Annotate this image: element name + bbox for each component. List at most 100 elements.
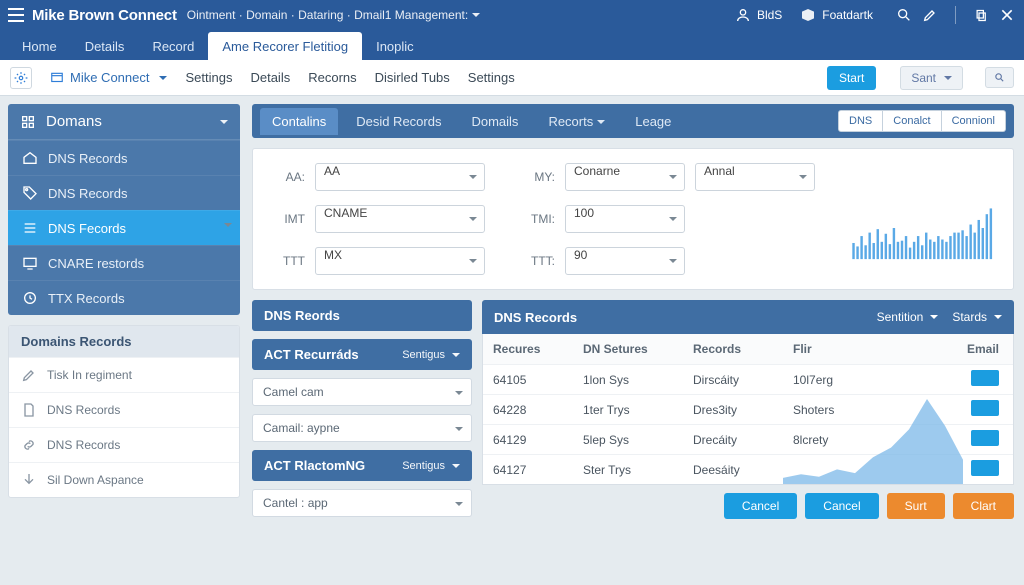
sidebar2-item-1[interactable]: DNS Records — [9, 392, 239, 427]
select-ttt[interactable]: MX — [315, 247, 485, 275]
sidebar-main: Domans DNS RecordsDNS RecordsDNS Fecords… — [8, 104, 240, 315]
search-icon[interactable] — [895, 6, 913, 24]
divider — [955, 6, 956, 24]
act-recurrads-head[interactable]: ACT RecurrádsSentigus — [252, 339, 472, 370]
feedback-button[interactable]: Foatdartk — [800, 7, 873, 23]
sidebar-secondary: Domains Records Tisk In regimentDNS Reco… — [8, 325, 240, 498]
select-my2[interactable]: Annal — [695, 163, 815, 191]
dns-reords-head: DNS Reords — [252, 300, 472, 331]
toolbar-details[interactable]: Details — [250, 70, 290, 85]
table-menu-sentition[interactable]: Sentition — [877, 310, 939, 324]
title-bar: Mike Brown Connect Ointment · Domain · D… — [0, 0, 1024, 30]
home-icon — [22, 150, 38, 166]
copy-icon[interactable] — [972, 6, 990, 24]
menu-icon[interactable] — [8, 8, 24, 22]
toolbar-disabled[interactable]: Disirled Tubs — [375, 70, 450, 85]
select-my[interactable]: Conarne — [565, 163, 685, 191]
mini-select-2[interactable]: Camail: aypne — [252, 414, 472, 442]
table-row[interactable]: 641295lep SysDrecáity8lcrety — [483, 424, 1013, 454]
sidebar-item-4[interactable]: TTX Records — [8, 280, 240, 315]
email-badge[interactable] — [971, 460, 999, 476]
tab-recorder[interactable]: Ame Recorer Fletitiog — [208, 32, 362, 60]
toolbar-settings[interactable]: Settings — [185, 70, 232, 85]
user-icon — [735, 7, 751, 23]
sidebar-item-0[interactable]: DNS Records — [8, 140, 240, 175]
select-ttt2[interactable]: 90 — [565, 247, 685, 275]
mini-select-3[interactable]: Cantel : app — [252, 489, 472, 517]
ctab-leage[interactable]: Leage — [623, 108, 683, 135]
down-icon — [21, 472, 37, 488]
screen-icon — [22, 255, 38, 271]
act-rlactomng-head[interactable]: ACT RlactomNGSentigus — [252, 450, 472, 481]
clock-icon — [22, 290, 38, 306]
label-ttt2: TTT: — [521, 254, 555, 268]
sidebar2-item-0[interactable]: Tisk In regiment — [9, 357, 239, 392]
user-menu[interactable]: BldS — [735, 7, 782, 23]
label-my: MY: — [521, 170, 555, 184]
tab-home[interactable]: Home — [8, 32, 71, 60]
toolbar-settings2[interactable]: Settings — [468, 70, 515, 85]
sort-button[interactable]: Sant — [900, 66, 963, 90]
records-table-head: DNS Records Sentition Stards — [482, 300, 1014, 334]
form-col-left: AA:AA IMTCNAME TTTMX — [271, 163, 485, 275]
sort-search-icon[interactable] — [985, 67, 1014, 88]
table-row[interactable]: 641051lon SysDirscáity10l7erg — [483, 364, 1013, 394]
left-stack: DNS Reords ACT RecurrádsSentigus Camel c… — [252, 300, 472, 519]
sidebar: Domans DNS RecordsDNS RecordsDNS Fecords… — [0, 96, 248, 585]
sidebar2-item-2[interactable]: DNS Records — [9, 427, 239, 462]
ctab-domails[interactable]: Domails — [459, 108, 530, 135]
sidebar-item-3[interactable]: CNARE restords — [8, 245, 240, 280]
connect-dropdown[interactable]: Mike Connect — [50, 70, 167, 85]
table-row[interactable]: 64127Ster TrysDeesáity — [483, 454, 1013, 484]
start-button[interactable]: Start — [827, 66, 876, 90]
pencil-icon — [21, 367, 37, 383]
pill-dns[interactable]: DNS — [838, 110, 883, 132]
tab-inoplic[interactable]: Inoplic — [362, 32, 428, 60]
label-ttt: TTT — [271, 254, 305, 268]
content-tabstrip: Contalins Desid Records Domails Recorts … — [252, 104, 1014, 138]
close-icon[interactable] — [998, 6, 1016, 24]
select-tmi[interactable]: 100 — [565, 205, 685, 233]
email-badge[interactable] — [971, 400, 999, 416]
pill-connionl[interactable]: Connionl — [942, 110, 1006, 132]
table-menu-stards[interactable]: Stards — [952, 310, 1002, 324]
view-pills: DNS Conalct Connionl — [838, 110, 1006, 132]
cancel-button-1[interactable]: Cancel — [724, 493, 797, 519]
tab-record[interactable]: Record — [138, 32, 208, 60]
doc-icon — [21, 402, 37, 418]
label-imt: IMT — [271, 212, 305, 226]
app-brand: Mike Brown Connect — [32, 7, 177, 24]
sidebar-item-2[interactable]: DNS Fecords — [8, 210, 240, 245]
select-aa[interactable]: AA — [315, 163, 485, 191]
cancel-button-2[interactable]: Cancel — [805, 493, 878, 519]
breadcrumb[interactable]: Ointment · Domain · Dataring · Dmail1 Ma… — [187, 8, 480, 22]
table-row[interactable]: 642281ter TrysDres3ityShoters — [483, 394, 1013, 424]
ctab-desid[interactable]: Desid Records — [344, 108, 453, 135]
email-badge[interactable] — [971, 370, 999, 386]
table-header-row: Recures DN Setures Records Flir Email — [483, 334, 1013, 364]
tab-details[interactable]: Details — [71, 32, 139, 60]
sidebar2-item-3[interactable]: Sil Down Aspance — [9, 462, 239, 497]
ctab-recorts[interactable]: Recorts — [536, 108, 617, 135]
bar-sparkline — [851, 183, 995, 275]
button-row: Cancel Cancel Surt Clart — [482, 485, 1014, 519]
grid-icon — [20, 114, 36, 130]
email-badge[interactable] — [971, 430, 999, 446]
gear-icon[interactable] — [10, 67, 32, 89]
select-imt[interactable]: CNAME — [315, 205, 485, 233]
edit-icon[interactable] — [921, 6, 939, 24]
records-table: Recures DN Setures Records Flir Email 64… — [482, 334, 1014, 485]
toolbar-recorns[interactable]: Recorns — [308, 70, 356, 85]
primary-tabs: Home Details Record Ame Recorer Fletitio… — [0, 30, 1024, 60]
form-card: AA:AA IMTCNAME TTTMX MY:ConarneAnnal TMI… — [252, 148, 1014, 290]
sidebar-item-1[interactable]: DNS Records — [8, 175, 240, 210]
pill-conalct[interactable]: Conalct — [883, 110, 941, 132]
sidebar-domains-header[interactable]: Domans — [8, 104, 240, 140]
form-col-right: MY: Conarne Annal TMI: 100 TTT: 90 — [521, 163, 815, 275]
content: Contalins Desid Records Domails Recorts … — [248, 96, 1024, 585]
clart-button[interactable]: Clart — [953, 493, 1014, 519]
mini-select-1[interactable]: Camel cam — [252, 378, 472, 406]
label-tmi: TMI: — [521, 212, 555, 226]
surt-button[interactable]: Surt — [887, 493, 945, 519]
ctab-contains[interactable]: Contalins — [260, 108, 338, 135]
